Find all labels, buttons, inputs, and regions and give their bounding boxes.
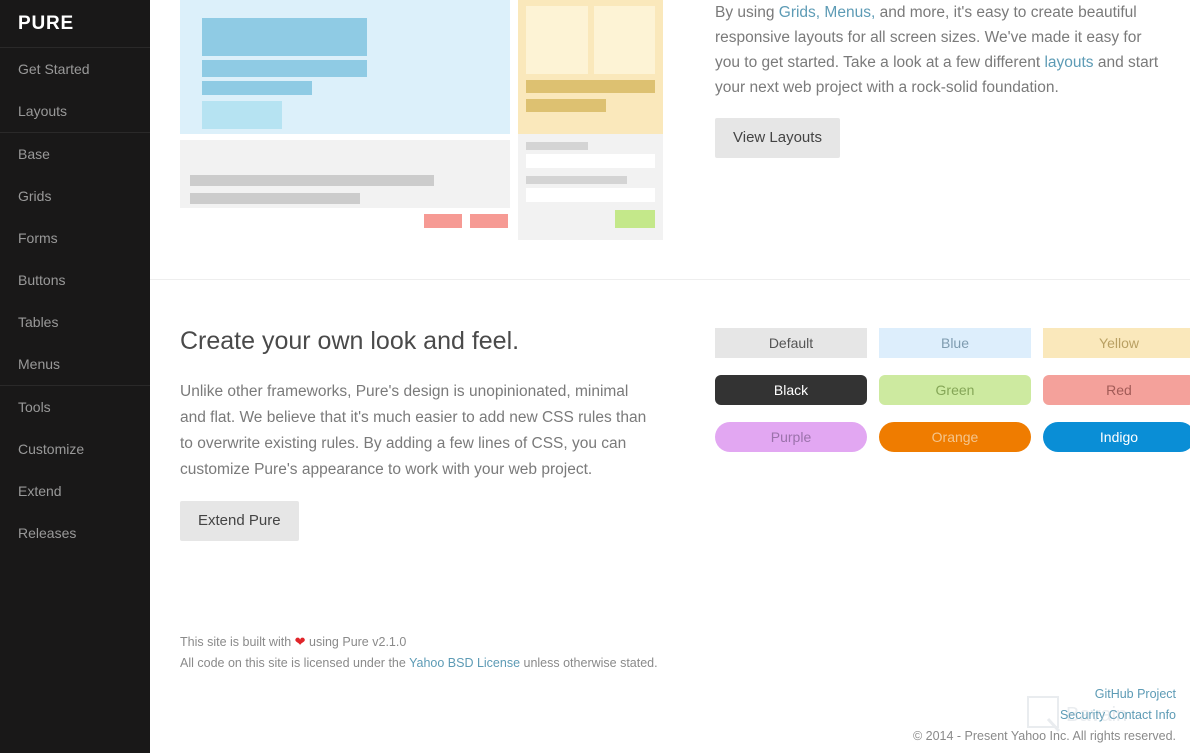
theme-button-default[interactable]: Default	[715, 328, 867, 358]
mockup-bar	[526, 99, 606, 112]
footer-built-line: This site is built with ❤ using Pure v2.…	[180, 631, 1176, 653]
footer-license-line: All code on this site is licensed under …	[180, 653, 1176, 674]
customize-description: Unlike other frameworks, Pure's design i…	[180, 383, 647, 478]
layouts-section: By using Grids, Menus, and more, it's ea…	[150, 0, 1190, 280]
layouts-description: By using Grids, Menus, and more, it's ea…	[715, 0, 1160, 100]
mockup-content-block	[180, 140, 510, 208]
sidebar: PURE Get Started Layouts Base Grids Form…	[0, 0, 150, 753]
mockup-button	[470, 214, 508, 228]
sidebar-item-menus[interactable]: Menus	[0, 343, 150, 385]
text-fragment: This site is built with	[180, 635, 295, 649]
sidebar-group-components: Base Grids Forms Buttons Tables Menus	[0, 133, 150, 386]
customize-text-column: Create your own look and feel. Unlike ot…	[180, 325, 685, 615]
mockup-submit-button	[615, 210, 655, 228]
theme-button-orange[interactable]: Orange	[879, 422, 1031, 452]
link-security-contact-info[interactable]: Security Contact Info	[180, 705, 1176, 726]
theme-swatch-grid: Default Blue Yellow Black Green Red Purp…	[715, 325, 1190, 452]
brand-logo[interactable]: PURE	[0, 0, 150, 48]
text-fragment: unless otherwise stated.	[520, 656, 658, 670]
theme-button-blue[interactable]: Blue	[879, 328, 1031, 358]
sidebar-item-layouts[interactable]: Layouts	[0, 90, 150, 132]
theme-button-purple[interactable]: Purple	[715, 422, 867, 452]
sidebar-item-customize[interactable]: Customize	[0, 428, 150, 470]
link-yahoo-bsd-license[interactable]: Yahoo BSD License	[409, 656, 520, 670]
mockup-button-row	[180, 214, 510, 228]
sidebar-item-releases[interactable]: Releases	[0, 512, 150, 554]
customize-swatch-column: Default Blue Yellow Black Green Red Purp…	[685, 325, 1190, 615]
sidebar-item-get-started[interactable]: Get Started	[0, 48, 150, 90]
mockup-form-panel	[518, 134, 663, 240]
mockup-bar	[190, 175, 434, 186]
theme-button-red[interactable]: Red	[1043, 375, 1190, 405]
footer-copyright: © 2014 - Present Yahoo Inc. All rights r…	[912, 729, 1176, 743]
theme-button-green[interactable]: Green	[879, 375, 1031, 405]
mockup-bar	[190, 193, 360, 204]
sidebar-group-primary: Get Started Layouts	[0, 48, 150, 133]
mockup-bar	[202, 101, 282, 129]
mockup-column	[593, 6, 655, 74]
mockup-bar	[202, 60, 367, 77]
sidebar-item-tables[interactable]: Tables	[0, 301, 150, 343]
text-fragment: All code on this site is licensed under …	[180, 656, 410, 670]
link-github-project[interactable]: GitHub Project	[180, 684, 1176, 705]
link-menus[interactable]: Menus,	[824, 4, 875, 21]
layouts-text-column: By using Grids, Menus, and more, it's ea…	[685, 0, 1160, 279]
sidebar-group-resources: Tools Customize Extend Releases	[0, 386, 150, 554]
mockup-bar	[202, 81, 312, 95]
sidebar-item-grids[interactable]: Grids	[0, 175, 150, 217]
mockup-column	[526, 6, 588, 74]
main-content: By using Grids, Menus, and more, it's ea…	[150, 0, 1190, 753]
mockup-form-input	[526, 188, 655, 202]
text-fragment: using Pure v2.1.0	[305, 635, 407, 649]
sidebar-item-forms[interactable]: Forms	[0, 217, 150, 259]
link-layouts[interactable]: layouts	[1044, 54, 1093, 71]
sidebar-item-buttons[interactable]: Buttons	[0, 259, 150, 301]
sidebar-item-base[interactable]: Base	[0, 133, 150, 175]
mockup-form-label	[526, 142, 588, 150]
customize-section: Create your own look and feel. Unlike ot…	[150, 280, 1190, 615]
mockup-grey-panel	[180, 134, 510, 240]
mockup-yellow-panel	[518, 0, 663, 134]
theme-button-black[interactable]: Black	[715, 375, 867, 405]
view-layouts-button[interactable]: View Layouts	[715, 118, 840, 158]
layouts-mockup-column	[180, 0, 685, 279]
footer-credits: This site is built with ❤ using Pure v2.…	[180, 623, 1176, 674]
page-root: PURE Get Started Layouts Base Grids Form…	[0, 0, 1190, 753]
brand-title: PURE	[18, 12, 74, 34]
customize-heading: Create your own look and feel.	[180, 327, 520, 355]
mockup-blue-hero	[180, 0, 510, 134]
mockup-form-input	[526, 154, 655, 168]
text-fragment: By using	[715, 4, 779, 21]
link-grids[interactable]: Grids,	[779, 4, 820, 21]
sidebar-item-tools[interactable]: Tools	[0, 386, 150, 428]
extend-pure-button[interactable]: Extend Pure	[180, 501, 299, 541]
layout-preview-graphic	[180, 0, 663, 240]
mockup-bar	[202, 18, 367, 56]
theme-button-yellow[interactable]: Yellow	[1043, 328, 1190, 358]
mockup-bar	[526, 80, 655, 93]
theme-button-indigo[interactable]: Indigo	[1043, 422, 1190, 452]
mockup-form-label	[526, 176, 627, 184]
footer-links: GitHub Project Security Contact Info © 2…	[180, 684, 1176, 747]
mockup-columns	[526, 6, 655, 74]
heart-icon: ❤	[294, 634, 306, 649]
sidebar-item-extend[interactable]: Extend	[0, 470, 150, 512]
page-footer: This site is built with ❤ using Pure v2.…	[150, 623, 1190, 753]
mockup-button	[424, 214, 462, 228]
